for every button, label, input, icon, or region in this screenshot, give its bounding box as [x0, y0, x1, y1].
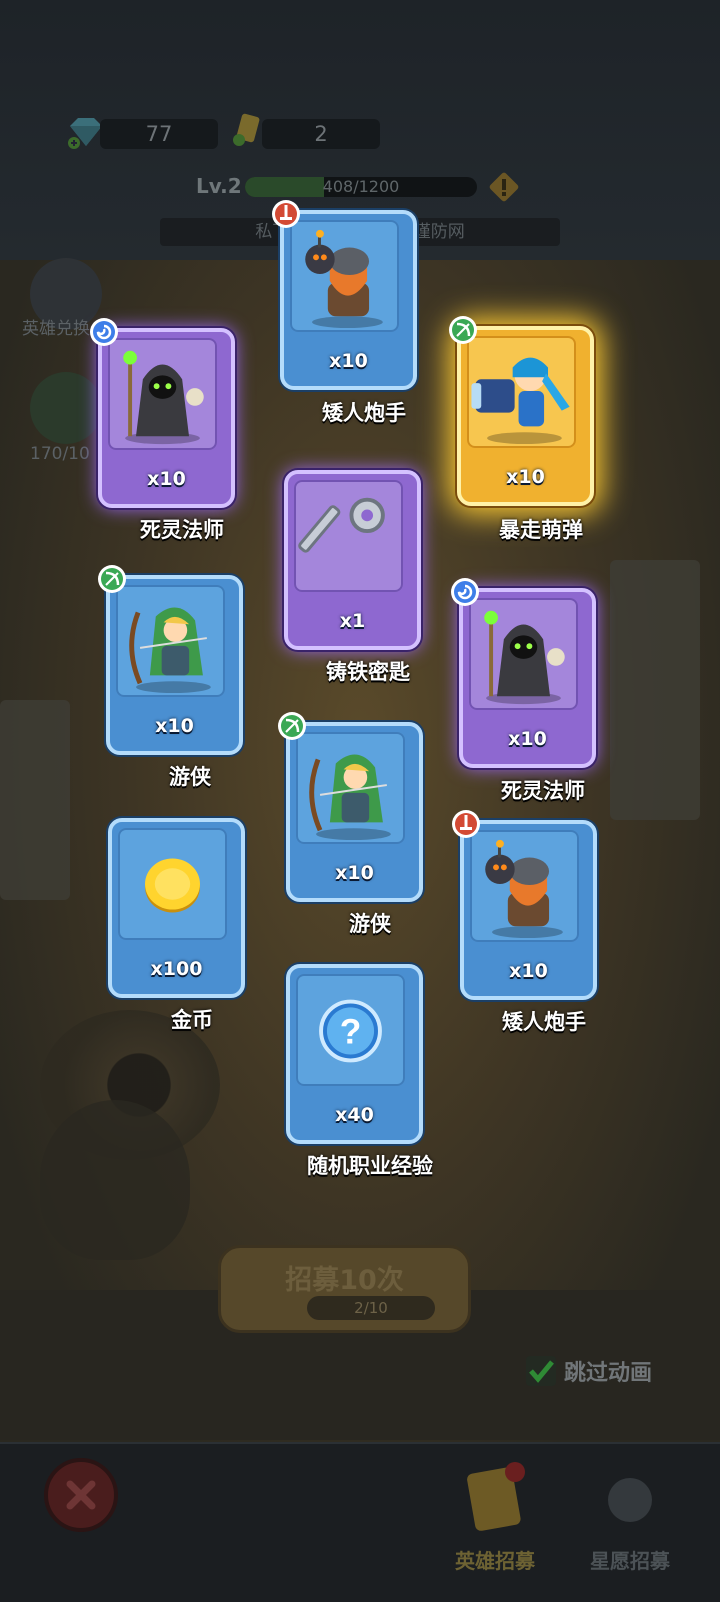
- tab-wish-recruit[interactable]: 星愿招募: [555, 1460, 705, 1580]
- ranger-image: [309, 754, 391, 841]
- reward-name: 随机职业经验: [307, 1154, 433, 1178]
- reward-name: 金币: [171, 1008, 213, 1032]
- side-progress-count: 170/10: [30, 444, 90, 464]
- reward-card[interactable]: ? x40: [286, 964, 423, 1144]
- bow-icon: [449, 316, 477, 344]
- swirl-icon: [90, 318, 118, 346]
- reward-card[interactable]: x10: [451, 578, 596, 768]
- ranger-image: [129, 607, 211, 694]
- skip-animation-label: 跳过动画: [564, 1361, 653, 1386]
- reward-card[interactable]: x10: [278, 712, 423, 902]
- reward-card[interactable]: x10: [452, 810, 597, 1000]
- swirl-icon: [451, 578, 479, 606]
- necromancer-image: [484, 610, 565, 705]
- reward-quantity: x10: [506, 466, 545, 488]
- skip-animation-toggle[interactable]: 跳过动画: [526, 1354, 652, 1388]
- bow-icon: [278, 712, 306, 740]
- reward-name: 死灵法师: [140, 518, 224, 542]
- recruit-10-button[interactable]: 招募10次 2/10: [218, 1245, 471, 1333]
- reward-quantity: x10: [155, 715, 194, 737]
- close-button[interactable]: [44, 1458, 118, 1532]
- dagger-icon: [452, 810, 480, 838]
- hero-exchange-label: 英雄兑换: [22, 319, 90, 339]
- random-exp-image: ?: [319, 999, 382, 1063]
- iron-key-image: [298, 497, 385, 553]
- reward-card[interactable]: x10: [449, 316, 594, 506]
- reward-name: 铸铁密匙: [326, 660, 410, 684]
- side-progress-button[interactable]: [30, 372, 102, 444]
- recruit-progress: 2/10: [307, 1296, 435, 1320]
- check-icon: [529, 1360, 554, 1383]
- reward-quantity: x10: [508, 728, 547, 750]
- reward-name: 矮人炮手: [502, 1010, 586, 1034]
- reward-name: 暴走萌弹: [499, 518, 583, 542]
- svg-text:?: ?: [340, 1013, 362, 1052]
- reward-quantity: x10: [147, 468, 186, 490]
- reward-name: 死灵法师: [501, 779, 585, 803]
- reward-name: 矮人炮手: [322, 401, 406, 425]
- bow-icon: [98, 565, 126, 593]
- close-icon: [66, 1480, 96, 1510]
- dwarf-gunner-image: [485, 839, 563, 939]
- hero-portrait: [40, 1100, 190, 1260]
- reward-quantity: x10: [329, 350, 368, 372]
- tab-hero-recruit-label: 英雄招募: [455, 1549, 535, 1573]
- castle-tower: [0, 700, 70, 900]
- reward-card[interactable]: x1: [284, 470, 421, 650]
- gold-coin-image: [145, 858, 200, 913]
- reward-card[interactable]: x10: [98, 565, 243, 755]
- reward-name: 游侠: [349, 912, 391, 936]
- gem-count: 77: [100, 119, 218, 149]
- reward-card[interactable]: x10: [272, 200, 417, 390]
- wish-icon: [608, 1478, 652, 1522]
- reward-quantity: x10: [335, 862, 374, 884]
- reward-quantity: x10: [509, 960, 548, 982]
- reward-card[interactable]: x100: [108, 818, 245, 998]
- cannon-girl-image: [471, 357, 570, 445]
- warning-icon[interactable]: [487, 170, 521, 204]
- dagger-icon: [272, 200, 300, 228]
- reward-name: 游侠: [169, 765, 211, 789]
- ticket-count: 2: [262, 119, 380, 149]
- necromancer-image: [123, 350, 204, 445]
- player-level: Lv.2: [196, 174, 242, 198]
- tab-wish-recruit-label: 星愿招募: [590, 1549, 670, 1573]
- xp-text: 408/1200: [322, 177, 400, 196]
- reward-quantity: x1: [339, 610, 366, 632]
- reward-quantity: x40: [335, 1104, 374, 1126]
- reward-quantity: x100: [150, 958, 203, 980]
- reward-card[interactable]: x10: [90, 318, 235, 508]
- recruit-10-label: 招募10次: [285, 1265, 404, 1296]
- scroll-icon: [467, 1462, 525, 1531]
- skip-animation-checkbox[interactable]: [526, 1356, 556, 1386]
- tab-hero-recruit[interactable]: 英雄招募: [420, 1460, 570, 1580]
- dwarf-gunner-image: [305, 229, 383, 329]
